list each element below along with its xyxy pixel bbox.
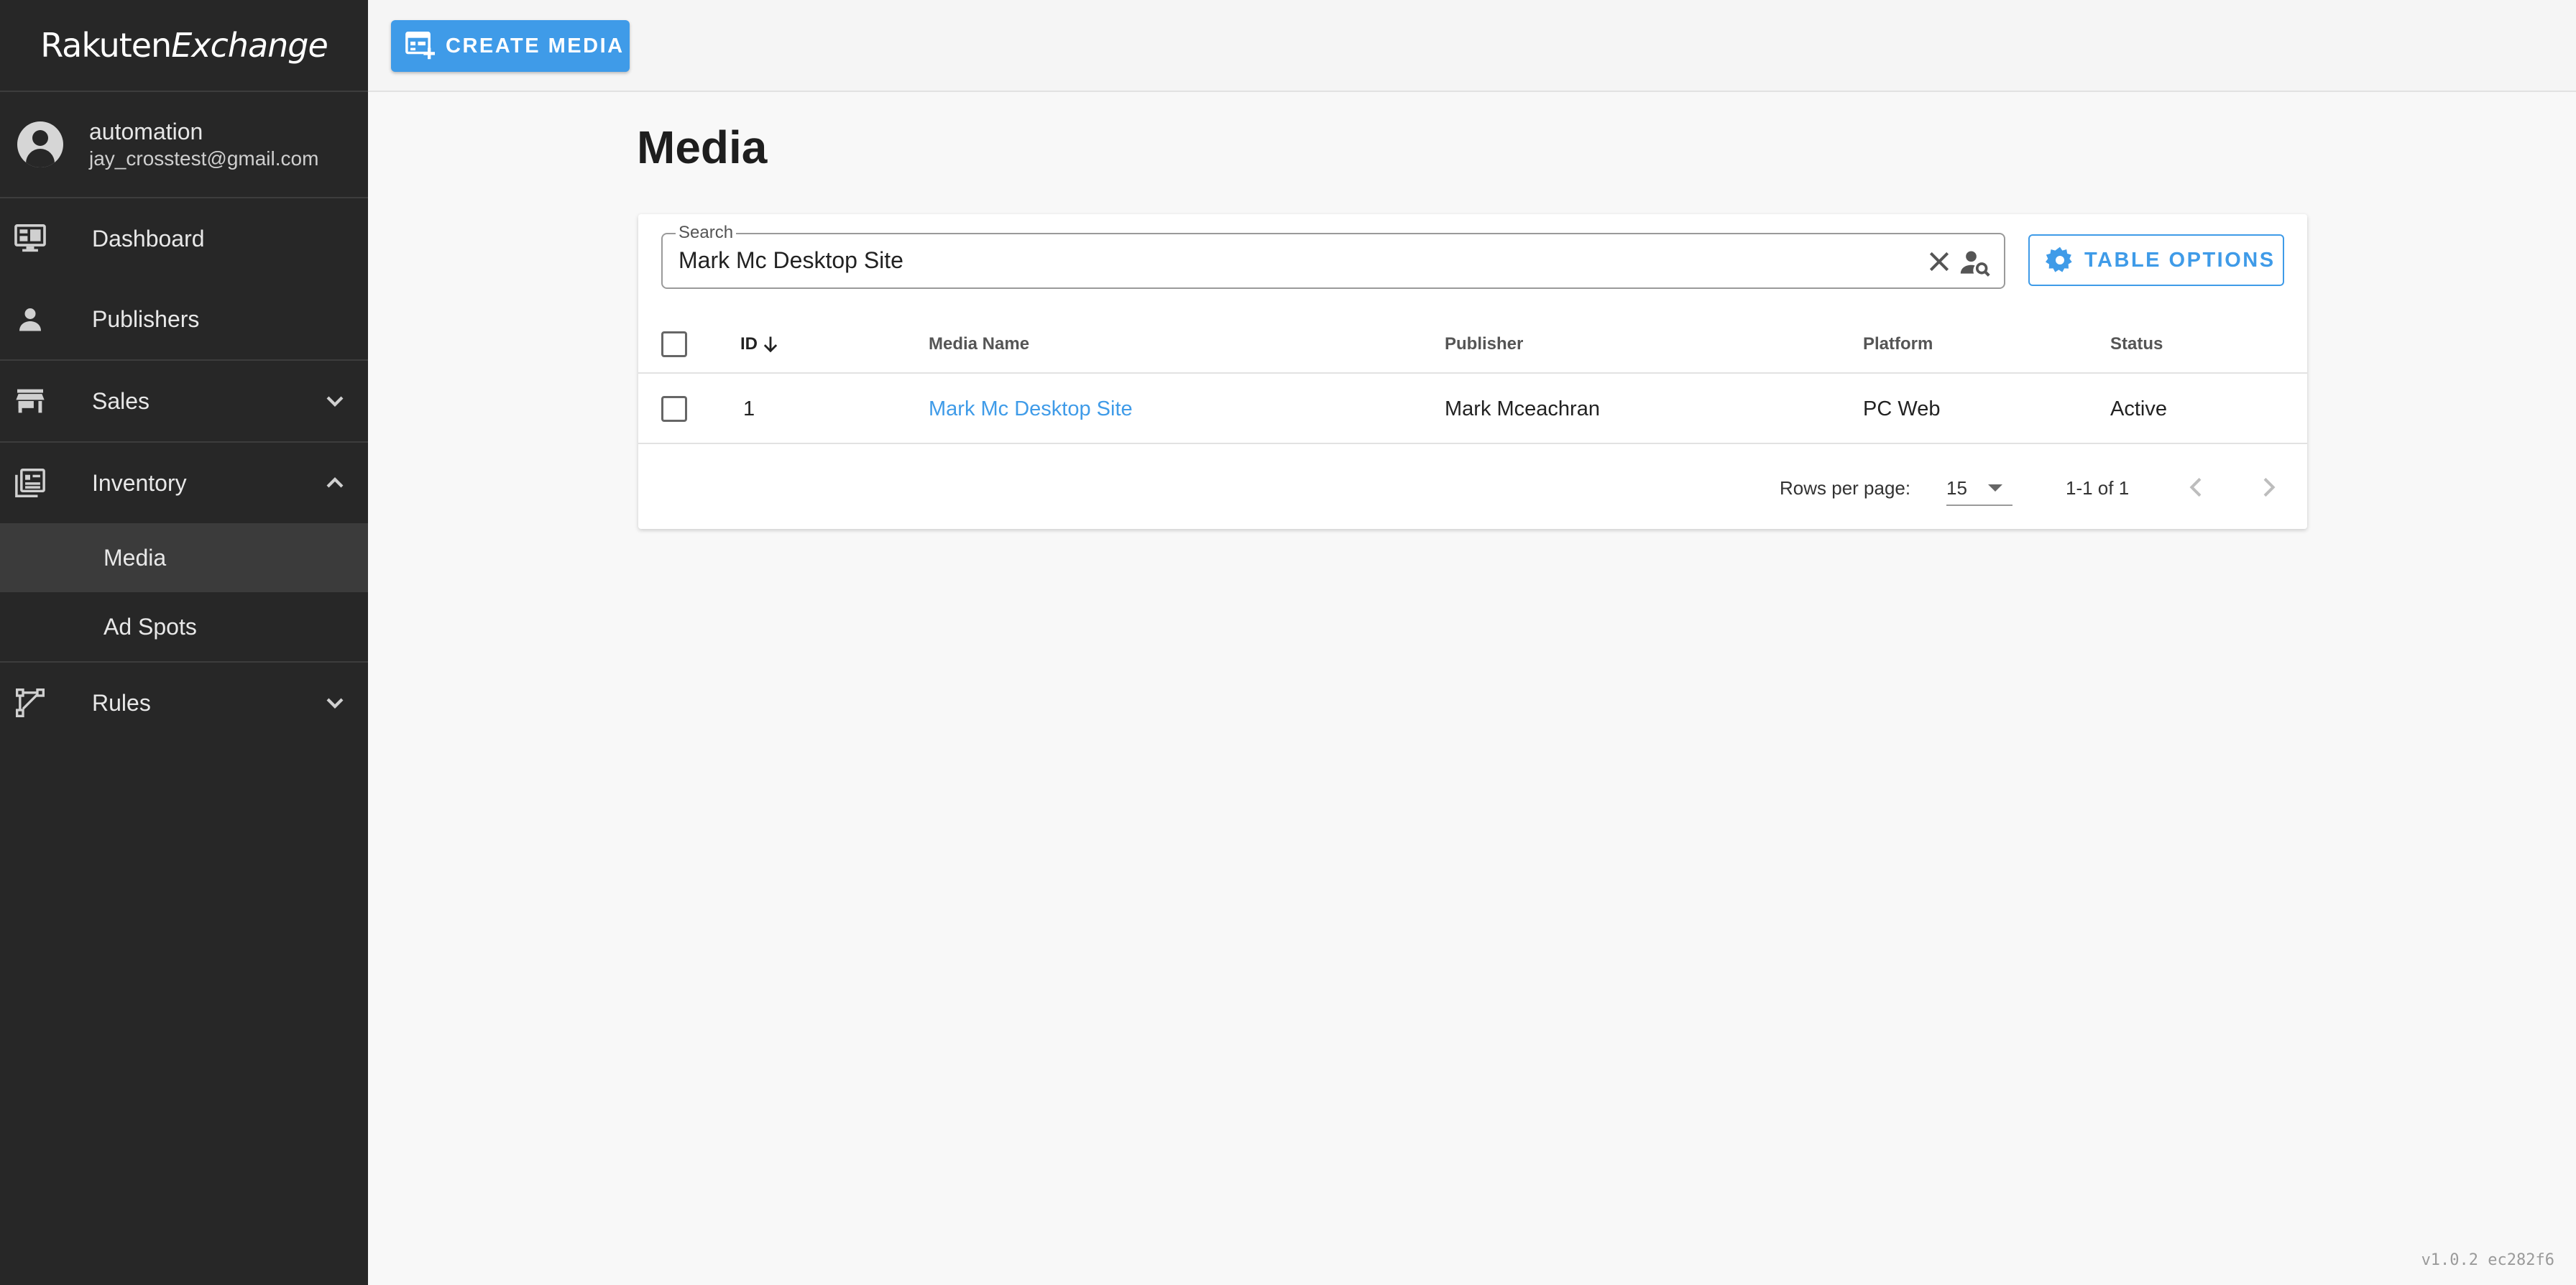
user-name: automation xyxy=(89,119,203,144)
sidebar-item-label: Sales xyxy=(92,387,150,414)
pagination: Rows per page: 15 1-1 of 1 xyxy=(638,444,2307,529)
column-label: Status xyxy=(2110,334,2163,354)
column-header-media-name[interactable]: Media Name xyxy=(929,316,1029,372)
column-label: Media Name xyxy=(929,334,1030,354)
top-bar: CREATE MEDIA xyxy=(368,0,2576,92)
rules-icon xyxy=(14,687,46,719)
create-media-button[interactable]: CREATE MEDIA xyxy=(391,20,630,72)
create-media-label: CREATE MEDIA xyxy=(446,34,625,57)
table-options-button[interactable]: TABLE OPTIONS xyxy=(2028,234,2284,286)
column-header-id[interactable]: ID xyxy=(740,316,781,372)
table-options-label: TABLE OPTIONS xyxy=(2084,248,2276,272)
select-all-cell xyxy=(661,316,687,372)
sidebar-item-label: Media xyxy=(104,544,167,571)
chevron-up-icon xyxy=(326,477,344,488)
sidebar-item-inventory[interactable]: Inventory xyxy=(0,443,368,523)
person-search-icon[interactable] xyxy=(1959,247,1991,279)
search-label: Search xyxy=(676,223,737,243)
chevron-left-icon[interactable] xyxy=(2182,473,2211,502)
cell-publisher: Mark Mceachran xyxy=(1445,397,1600,420)
add-media-icon xyxy=(405,32,435,60)
sidebar-item-label: Publishers xyxy=(92,305,200,332)
sidebar: Rakuten Exchange automation jay_crosstest… xyxy=(0,0,368,1285)
dashboard-icon xyxy=(14,223,46,254)
search-field[interactable]: Search Mark Mc Desktop Site xyxy=(661,223,2005,289)
logo[interactable]: Rakuten Exchange xyxy=(0,0,368,92)
account-circle-icon xyxy=(17,121,63,167)
table-row[interactable]: 1 Mark Mc Desktop Site Mark Mceachran PC… xyxy=(638,375,2307,444)
sidebar-item-label: Dashboard xyxy=(92,225,205,252)
caret-down-icon xyxy=(1988,484,2002,492)
cell-status: Active xyxy=(2110,397,2167,420)
column-header-platform[interactable]: Platform xyxy=(1863,316,1933,372)
media-name-link[interactable]: Mark Mc Desktop Site xyxy=(929,375,1133,443)
store-icon xyxy=(14,385,46,417)
person-icon xyxy=(14,303,46,335)
sidebar-item-media[interactable]: Media xyxy=(0,523,368,592)
inventory-icon xyxy=(14,467,46,499)
table-header: ID Media Name Publisher Platform Status xyxy=(638,316,2307,374)
version-label: v1.0.2 ec282f6 xyxy=(2421,1251,2554,1269)
gear-icon xyxy=(2046,247,2072,272)
user-email: jay_crosstest@gmail.com xyxy=(89,147,319,170)
logo-text-rakuten: Rakuten xyxy=(40,26,172,65)
logo-text-exchange: Exchange xyxy=(171,26,328,65)
media-table-card: Search Mark Mc Desktop Site TABLE OPTION… xyxy=(638,214,2307,529)
sidebar-item-dashboard[interactable]: Dashboard xyxy=(0,198,368,279)
rows-per-page-label: Rows per page: xyxy=(1780,477,1911,499)
column-label: Publisher xyxy=(1445,334,1524,354)
rows-per-page-select[interactable]: 15 xyxy=(1946,470,2012,506)
rows-per-page-value: 15 xyxy=(1946,477,1967,499)
sidebar-item-label: Rules xyxy=(92,689,151,716)
sidebar-item-rules[interactable]: Rules xyxy=(0,663,368,743)
clear-icon[interactable] xyxy=(1925,247,1954,276)
page-title: Media xyxy=(637,121,768,173)
row-select-cell xyxy=(661,375,687,443)
cell-platform: PC Web xyxy=(1863,397,1941,420)
sidebar-item-label: Inventory xyxy=(92,469,187,496)
chevron-down-icon xyxy=(326,698,344,709)
sidebar-item-sales[interactable]: Sales xyxy=(0,361,368,441)
arrow-down-icon xyxy=(763,336,778,353)
chevron-right-icon[interactable] xyxy=(2254,473,2283,502)
sidebar-item-ad-spots[interactable]: Ad Spots xyxy=(0,592,368,661)
column-label: ID xyxy=(740,334,758,354)
column-label: Platform xyxy=(1863,334,1933,354)
select-all-checkbox[interactable] xyxy=(661,331,687,357)
sidebar-item-label: Ad Spots xyxy=(104,613,197,640)
sidebar-item-publishers[interactable]: Publishers xyxy=(0,279,368,359)
page-range: 1-1 of 1 xyxy=(2066,477,2130,499)
column-header-status[interactable]: Status xyxy=(2110,316,2163,372)
chevron-down-icon xyxy=(326,396,344,407)
user-profile[interactable]: automation jay_crosstest@gmail.com xyxy=(0,92,368,198)
row-checkbox[interactable] xyxy=(661,396,687,422)
cell-id: 1 xyxy=(743,397,755,420)
column-header-publisher[interactable]: Publisher xyxy=(1445,316,1523,372)
search-input[interactable]: Mark Mc Desktop Site xyxy=(678,247,903,274)
